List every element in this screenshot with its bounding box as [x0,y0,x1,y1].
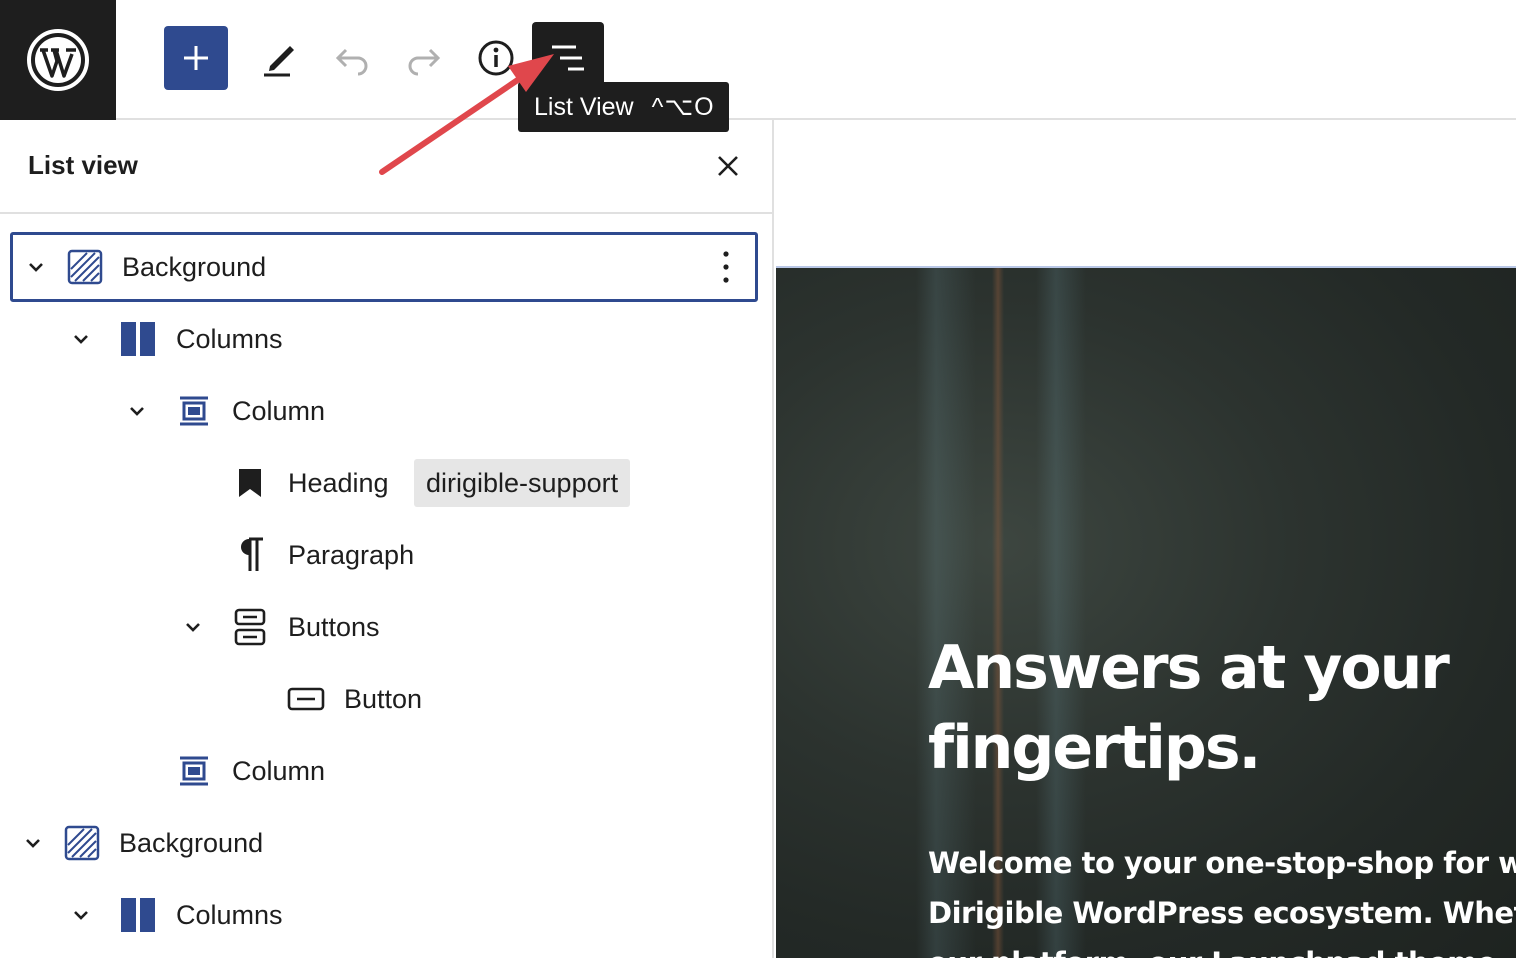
document-info-button[interactable] [464,26,528,90]
list-item-column[interactable]: Column [10,736,758,806]
cover-block-background[interactable]: Answers at your fingertips. Welcome to y… [776,266,1516,958]
cover-block-icon [62,823,102,863]
list-item-label: Column [232,755,326,786]
buttons-block-icon [230,607,270,647]
list-item-label: Paragraph [288,539,415,570]
editor-toolbar [0,0,1516,120]
chevron-down-icon[interactable] [20,830,46,856]
info-icon [478,40,514,76]
list-item-label: Button [344,683,423,714]
tooltip-label: List View [534,92,634,121]
list-view-title: List view [28,150,138,180]
wordpress-logo-button[interactable] [0,0,116,120]
plus-icon [184,46,208,70]
column-block-icon [174,751,214,791]
list-item-background[interactable]: Background [10,232,758,302]
block-options-button[interactable] [711,242,741,292]
redo-icon [408,48,441,76]
list-item-background[interactable]: Background [10,808,758,878]
list-item-heading[interactable]: Heading dirigible-support [10,448,758,518]
add-block-button[interactable] [164,26,228,90]
list-view-tooltip: List View ^⌥O [518,82,729,132]
hero-heading-highlight: fingertips. [919,708,1261,788]
list-item-label: Background [122,251,267,282]
wordpress-logo-icon [27,29,89,91]
list-view-icon [552,45,584,71]
button-block-icon [286,679,326,719]
columns-block-icon [118,895,158,935]
hero-paragraph-line: Welcome to your one-stop-shop for wo [928,846,1516,880]
anchor-badge: dirigible-support [414,459,631,507]
hero-heading-line1: Answers at your [928,633,1450,703]
hero-heading-highlight-text: fingertips. [928,713,1261,783]
redo-button[interactable] [392,26,456,90]
close-icon [718,156,738,176]
list-item-label: Background [119,827,264,858]
columns-block-icon [118,319,158,359]
list-item-column[interactable]: Column [10,376,758,446]
cover-block-icon [65,247,105,287]
list-item-label: Column [232,395,326,426]
list-item-label: Heading [288,467,389,498]
undo-button[interactable] [320,26,384,90]
tooltip-shortcut: ^⌥O [651,93,715,121]
list-item-label: Columns [176,323,283,354]
editor-canvas[interactable]: Answers at your fingertips. Welcome to y… [776,120,1516,958]
chevron-down-icon[interactable] [68,326,94,352]
hero-paragraph[interactable]: Welcome to your one-stop-shop for wo Dir… [928,838,1516,958]
list-item-columns[interactable]: Columns [10,304,758,374]
paragraph-icon [230,535,270,575]
hero-paragraph-line: Dirigible WordPress ecosystem. Whethe [928,896,1516,930]
list-item-buttons[interactable]: Buttons [10,592,758,662]
undo-icon [335,48,368,76]
hero-heading[interactable]: Answers at your fingertips. [919,628,1516,788]
chevron-down-icon[interactable] [68,902,94,928]
list-view-header: List view [0,120,772,214]
chevron-down-icon[interactable] [124,398,150,424]
tools-edit-button[interactable] [248,26,312,90]
heading-bookmark-icon [230,463,270,503]
pencil-icon [264,46,294,77]
more-vertical-icon [723,251,729,283]
column-block-icon [174,391,214,431]
list-item-columns[interactable]: Columns [10,880,758,950]
hero-paragraph-line: our platform, our Launchpad theme, or [928,938,1516,958]
close-list-view-button[interactable] [708,146,748,186]
list-item-button[interactable]: Button [10,664,758,734]
chevron-down-icon[interactable] [23,254,49,280]
list-item-label: Columns [176,899,283,930]
list-item-label: Buttons [288,611,380,642]
list-view-panel: List view Background Columns Column Head… [0,120,774,958]
list-item-paragraph[interactable]: Paragraph [10,520,758,590]
chevron-down-icon[interactable] [180,614,206,640]
